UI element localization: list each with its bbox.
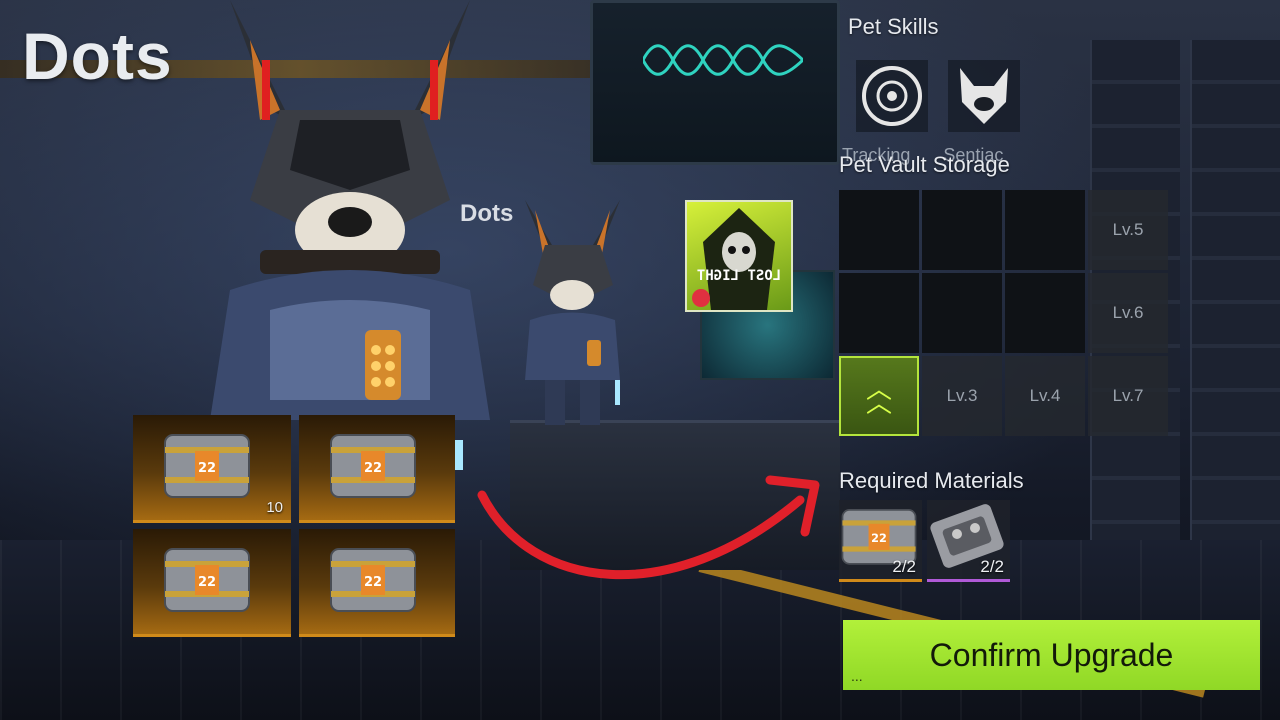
inventory-slot[interactable]: 22 (133, 529, 291, 637)
vault-slot-locked[interactable]: Lv.7 (1088, 356, 1168, 436)
crate-badge: 22 (871, 532, 887, 545)
crate-badge: 22 (364, 575, 382, 590)
material-count: 2/2 (892, 557, 916, 576)
upgrade-chevron-icon: ︿ ︿ (865, 374, 892, 418)
vault-slot-label: Lv.3 (946, 386, 978, 405)
inventory-slot[interactable]: 22 (299, 529, 455, 637)
material-slot[interactable]: 2/2 (927, 500, 1010, 582)
inventory-grid: 22 10 22 22 22 (133, 415, 455, 637)
vault-slot-locked[interactable]: Lv.5 (1088, 190, 1168, 270)
skill-tracking[interactable] (856, 60, 928, 132)
confirm-upgrade-button[interactable]: Confirm Upgrade ... (843, 620, 1260, 690)
button-dots: ... (851, 668, 863, 684)
dna-hologram-screen (590, 0, 840, 165)
vault-slot[interactable] (1005, 190, 1085, 270)
required-materials-title: Required Materials (839, 468, 1024, 493)
crate-badge: 22 (198, 575, 216, 590)
logo-text: LOST LIGHT (696, 268, 782, 284)
vault-slot[interactable] (839, 190, 919, 270)
game-logo-thumbnail: LOST LIGHT (685, 200, 793, 312)
vault-slot[interactable] (1005, 273, 1085, 353)
confirm-upgrade-label: Confirm Upgrade (929, 636, 1174, 673)
server-rack (1190, 40, 1280, 600)
vault-slot-upgrade[interactable]: ︿ ︿ (839, 356, 919, 436)
crate-badge: 22 (198, 461, 216, 476)
crate-icon: 22 (164, 434, 250, 498)
wolf-head-icon (960, 68, 1008, 124)
vault-slot-locked[interactable]: Lv.6 (1088, 273, 1168, 353)
crate-icon: 22 (330, 434, 416, 498)
vault-grid: Lv.5 Lv.6 ︿ ︿ Lv.3 Lv.4 Lv.7 (839, 190, 1173, 440)
vault-slot-locked[interactable]: Lv.4 (1005, 356, 1085, 436)
skill-sentiac[interactable] (948, 60, 1020, 132)
vault-slot[interactable] (839, 273, 919, 353)
pet-model-large (210, 0, 490, 470)
red-arrow-annotation (477, 475, 820, 580)
crate-badge: 22 (364, 461, 382, 476)
crate-icon: 22 (330, 548, 416, 612)
material-count: 2/2 (980, 557, 1004, 576)
vault-slot-locked[interactable]: Lv.3 (922, 356, 1002, 436)
vault-title: Pet Vault Storage (839, 152, 1010, 177)
crate-icon: 22 (164, 548, 250, 612)
pet-name-title: Dots (22, 19, 173, 93)
vault-slot-label: Lv.5 (1112, 220, 1144, 239)
vault-slot[interactable] (922, 190, 1002, 270)
vault-slot-label: Lv.4 (1029, 386, 1061, 405)
hooded-skull-icon (692, 208, 775, 310)
material-slot[interactable]: 22 2/2 (839, 500, 922, 582)
dna-helix-icon (643, 44, 803, 76)
inventory-slot[interactable]: 22 10 (133, 415, 291, 523)
pet-skills-title: Pet Skills (848, 14, 939, 39)
vault-slot[interactable] (922, 273, 1002, 353)
tracking-icon (862, 66, 922, 126)
vault-slot-label: Lv.6 (1112, 303, 1144, 322)
inventory-slot[interactable]: 22 (299, 415, 455, 523)
pet-model-small (525, 200, 620, 425)
vault-slot-label: Lv.7 (1112, 386, 1144, 405)
inventory-count: 10 (266, 499, 283, 516)
